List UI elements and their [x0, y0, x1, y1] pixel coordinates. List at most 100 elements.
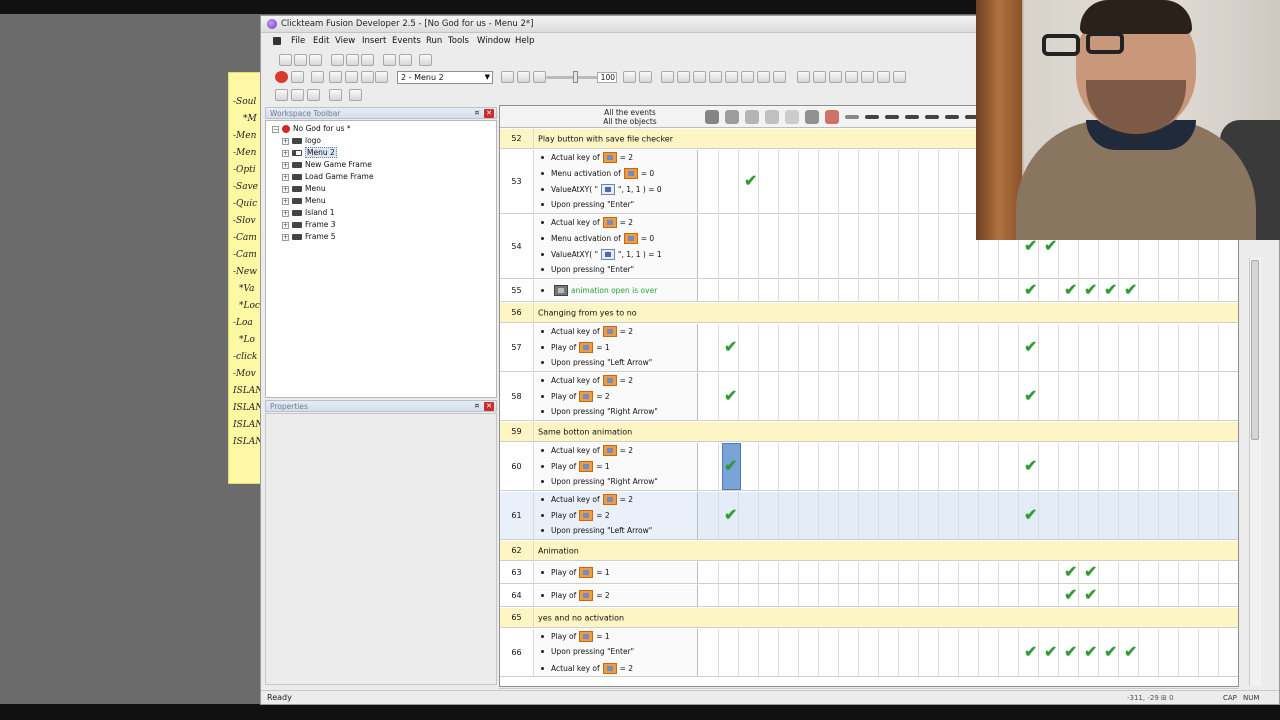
- menu-item-insert[interactable]: Insert: [362, 36, 386, 46]
- toolbar-button[interactable]: [773, 71, 786, 83]
- grid-cell[interactable]: [979, 373, 999, 420]
- grid-cell[interactable]: [939, 150, 959, 213]
- grid-cell[interactable]: [759, 492, 779, 539]
- expand-icon[interactable]: +: [282, 197, 289, 205]
- grid-cell[interactable]: [1179, 443, 1199, 490]
- check-icon[interactable]: ✔: [1024, 339, 1037, 355]
- grid-cell[interactable]: [859, 562, 879, 583]
- grid-cell[interactable]: [1179, 373, 1199, 420]
- grid-cell[interactable]: [859, 215, 879, 278]
- toolbar-button[interactable]: [861, 71, 874, 83]
- grid-cell[interactable]: [1059, 324, 1079, 371]
- check-icon[interactable]: ✔: [1084, 644, 1097, 660]
- grid-cell[interactable]: [879, 324, 899, 371]
- condition-line[interactable]: Upon pressing "Enter": [541, 647, 634, 656]
- condition-line[interactable]: Upon pressing "Enter": [541, 265, 634, 274]
- expand-icon[interactable]: +: [282, 173, 289, 181]
- grid-cell[interactable]: [1159, 585, 1179, 606]
- toolbar-button[interactable]: [693, 71, 706, 83]
- grid-cell[interactable]: [1099, 562, 1119, 583]
- grid-cell[interactable]: [879, 492, 899, 539]
- expand-icon[interactable]: +: [282, 209, 289, 217]
- grid-cell[interactable]: [1199, 373, 1219, 420]
- event-number[interactable]: 62: [500, 541, 534, 560]
- condition-line[interactable]: Play of = 1: [541, 342, 610, 353]
- grid-cell[interactable]: [1059, 443, 1079, 490]
- grid-cell[interactable]: [1019, 562, 1039, 583]
- event-number[interactable]: 53: [500, 150, 534, 213]
- toolbar-button[interactable]: [661, 71, 674, 83]
- grid-cell[interactable]: [1039, 324, 1059, 371]
- grid-cell[interactable]: [699, 629, 719, 676]
- grid-cell[interactable]: [799, 585, 819, 606]
- grid-cell[interactable]: [819, 373, 839, 420]
- event-number[interactable]: 60: [500, 443, 534, 490]
- grid-cell[interactable]: [899, 492, 919, 539]
- grid-cell[interactable]: [1059, 373, 1079, 420]
- check-icon[interactable]: ✔: [724, 339, 737, 355]
- grid-cell[interactable]: [699, 215, 719, 278]
- condition-line[interactable]: Play of = 2: [541, 510, 610, 521]
- event-number[interactable]: 61: [500, 492, 534, 539]
- expand-icon[interactable]: +: [282, 161, 289, 169]
- event-number[interactable]: 56: [500, 303, 534, 322]
- grid-cell[interactable]: [699, 443, 719, 490]
- grid-cell[interactable]: [919, 629, 939, 676]
- tree-app-item[interactable]: − No God for us *: [272, 124, 351, 133]
- grid-cell[interactable]: [1179, 324, 1199, 371]
- menu-item-view[interactable]: View: [335, 36, 355, 46]
- condition-list[interactable]: Actual key of = 2 Menu activation of = 0 Val…: [535, 150, 698, 213]
- object-icon[interactable]: [945, 115, 959, 119]
- toolbar-button[interactable]: [345, 71, 358, 83]
- grid-cell[interactable]: [739, 443, 759, 490]
- grid-cell[interactable]: [939, 373, 959, 420]
- grid-cell[interactable]: [919, 443, 939, 490]
- grid-cell[interactable]: [1019, 585, 1039, 606]
- grid-cell[interactable]: [919, 585, 939, 606]
- expand-icon[interactable]: +: [282, 137, 289, 145]
- grid-cell[interactable]: [999, 324, 1019, 371]
- grid-cell[interactable]: [699, 150, 719, 213]
- toolbar-button[interactable]: [275, 89, 288, 101]
- grid-cell[interactable]: [899, 629, 919, 676]
- grid-cell[interactable]: [939, 280, 959, 301]
- grid-cell[interactable]: [859, 492, 879, 539]
- grid-cell[interactable]: [1159, 280, 1179, 301]
- toolbar-button[interactable]: [399, 54, 412, 66]
- grid-cell[interactable]: [1219, 585, 1238, 606]
- condition-list[interactable]: Actual key of = 2 Play of = 1 Upon pressing …: [535, 324, 698, 371]
- grid-cell[interactable]: [739, 324, 759, 371]
- menu-item-help[interactable]: Help: [515, 36, 534, 46]
- grid-cell[interactable]: [839, 492, 859, 539]
- check-icon[interactable]: ✔: [1104, 644, 1117, 660]
- close-icon[interactable]: ✕: [484, 402, 494, 411]
- condition-list[interactable]: Actual key of = 2 Play of = 2 Upon pressing …: [535, 373, 698, 420]
- toolbar-button[interactable]: [349, 89, 362, 101]
- grid-cell[interactable]: [779, 215, 799, 278]
- grid-cell[interactable]: [819, 585, 839, 606]
- grid-cell[interactable]: [1219, 629, 1238, 676]
- event-number[interactable]: 54: [500, 215, 534, 278]
- grid-cell[interactable]: [1119, 324, 1139, 371]
- grid-cell[interactable]: [859, 629, 879, 676]
- speaker-icon[interactable]: [725, 110, 739, 124]
- grid-cell[interactable]: [759, 443, 779, 490]
- mouse-icon[interactable]: [805, 110, 819, 124]
- event-number[interactable]: 59: [500, 422, 534, 441]
- grid-cell[interactable]: [699, 373, 719, 420]
- grid-cell[interactable]: [759, 150, 779, 213]
- toolbar-button[interactable]: [309, 54, 322, 66]
- menu-item-edit[interactable]: Edit: [313, 36, 329, 46]
- grid-cell[interactable]: [1119, 373, 1139, 420]
- grid-cell[interactable]: [1119, 443, 1139, 490]
- grid-cell[interactable]: [859, 280, 879, 301]
- grid-cell[interactable]: [939, 585, 959, 606]
- grid-cell[interactable]: [1219, 443, 1238, 490]
- condition-line[interactable]: ValueAtXY( " ", 1, 1 ) = 1: [541, 249, 662, 260]
- grid-cell[interactable]: [1179, 629, 1199, 676]
- grid-cell[interactable]: [939, 324, 959, 371]
- grid-cell[interactable]: [1039, 443, 1059, 490]
- grid-cell[interactable]: [999, 585, 1019, 606]
- grid-cell[interactable]: [1079, 443, 1099, 490]
- tree-frame-item[interactable]: + Island 1: [282, 208, 334, 217]
